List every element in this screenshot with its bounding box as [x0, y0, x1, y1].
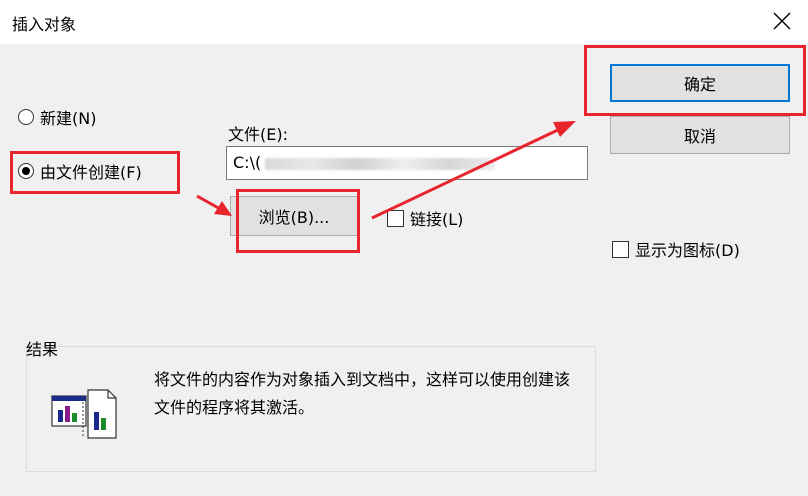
browse-button-label: 浏览(B)... [258, 208, 330, 227]
file-path-value: C:\( [233, 153, 262, 172]
display-as-icon-label: 显示为图标(D) [635, 241, 740, 260]
ok-button[interactable]: 确定 [610, 64, 790, 102]
close-icon[interactable] [770, 9, 794, 33]
radio-create-from-file-label: 由文件创建(F) [40, 163, 142, 182]
display-as-icon-checkbox[interactable] [612, 240, 629, 258]
radio-button-checked[interactable] [18, 163, 34, 179]
radio-create-new[interactable]: 新建(N) [18, 105, 96, 129]
link-checkbox-row[interactable]: 链接(L) [387, 206, 463, 230]
cancel-button[interactable]: 取消 [610, 116, 790, 154]
file-path-input[interactable]: C:\( [226, 146, 588, 180]
radio-create-new-label: 新建(N) [40, 109, 97, 128]
link-checkbox-label: 链接(L) [410, 210, 464, 229]
file-label: 文件(E): [228, 125, 288, 144]
arrow-to-browse [196, 194, 232, 216]
ok-button-label: 确定 [683, 75, 716, 94]
link-checkbox[interactable] [387, 209, 404, 227]
display-as-icon-checkbox-row[interactable]: 显示为图标(D) [612, 237, 740, 261]
radio-create-from-file[interactable]: 由文件创建(F) [18, 159, 142, 183]
result-label: 结果 [26, 340, 59, 359]
result-description: 将文件的内容作为对象插入到文档中，这样可以使用创建该文件的程序将其激活。 [154, 370, 571, 417]
insert-object-dialog: 插入对象 新建(N) 由文件创建(F) 文件(E): C:\( 确定 取消 浏览… [0, 0, 808, 496]
redacted-path [265, 157, 496, 170]
title-bar: 插入对象 [0, 0, 808, 44]
embedded-document-icon [51, 389, 117, 439]
dialog-title: 插入对象 [12, 15, 77, 34]
radio-button[interactable] [18, 109, 34, 125]
cancel-button-label: 取消 [683, 127, 716, 146]
browse-button[interactable]: 浏览(B)... [230, 196, 358, 236]
